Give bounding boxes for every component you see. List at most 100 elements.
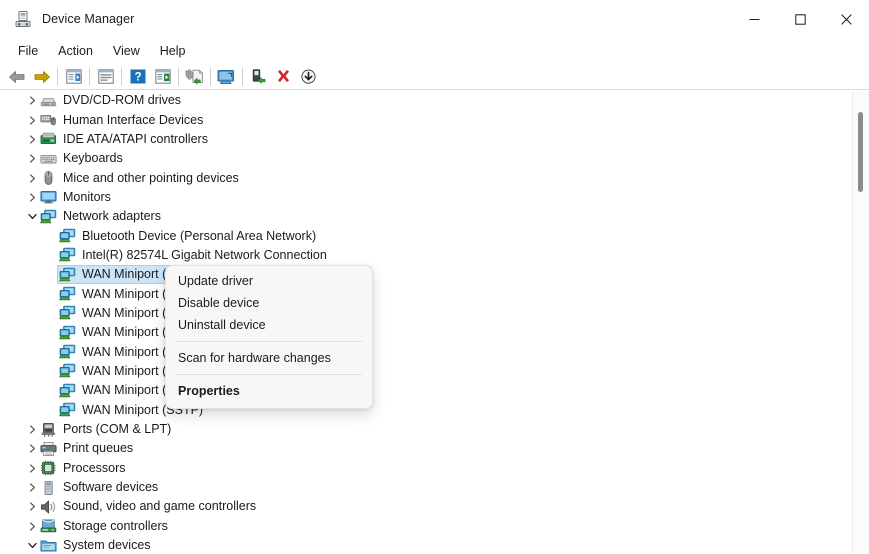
network-adapter-icon (59, 383, 76, 399)
software-device-icon (40, 480, 57, 496)
device-manager-window: Device Manager File Action View Help (0, 0, 869, 554)
chevron-right-icon[interactable] (24, 170, 40, 186)
scrollbar-thumb[interactable] (858, 112, 863, 192)
chevron-down-icon[interactable] (24, 209, 40, 225)
minimize-button[interactable] (731, 0, 777, 38)
context-menu-item-uninstall-device[interactable]: Uninstall device (169, 314, 369, 336)
network-adapter-icon (59, 228, 76, 244)
maximize-button[interactable] (777, 0, 823, 38)
chevron-right-icon[interactable] (24, 441, 40, 457)
toolbar: ? (0, 64, 869, 90)
system-device-icon (40, 538, 57, 554)
tree-row[interactable]: Processors (0, 459, 848, 478)
tree-row[interactable]: DVD/CD-ROM drives (0, 91, 848, 110)
chevron-down-icon[interactable] (24, 538, 40, 554)
chevron-right-icon[interactable] (24, 518, 40, 534)
tree-row[interactable]: WAN Miniport (Network Monitor) (0, 342, 848, 361)
tree-row[interactable]: WAN Miniport (SSTP) (0, 401, 848, 420)
storage-controller-icon (40, 518, 57, 534)
svg-text:?: ? (134, 72, 141, 84)
tree-row[interactable]: Human Interface Devices (0, 110, 848, 129)
context-menu-separator (176, 374, 362, 375)
close-button[interactable] (823, 0, 869, 38)
view-icon[interactable] (150, 65, 175, 89)
tree-row-label: Software devices (63, 478, 158, 497)
tree-row-label: Sound, video and game controllers (63, 497, 256, 516)
tree-row[interactable]: WAN Miniport (PPPOE) (0, 362, 848, 381)
tree-row[interactable]: WAN Miniport (IP) (0, 284, 848, 303)
tree-row[interactable]: Monitors (0, 188, 848, 207)
tree-row[interactable]: Print queues (0, 439, 848, 458)
scan-hardware-changes-icon[interactable] (214, 65, 239, 89)
chevron-right-icon[interactable] (24, 131, 40, 147)
help-icon[interactable]: ? (125, 65, 150, 89)
monitor-icon (40, 189, 57, 205)
context-menu[interactable]: Update driverDisable deviceUninstall dev… (165, 265, 373, 409)
chevron-right-icon[interactable] (24, 112, 40, 128)
network-adapter-icon (59, 247, 76, 263)
back-arrow-icon[interactable] (4, 65, 29, 89)
menu-view[interactable]: View (103, 41, 150, 61)
chevron-right-icon[interactable] (24, 422, 40, 438)
forward-arrow-icon[interactable] (29, 65, 54, 89)
tree-row[interactable]: Ports (COM & LPT) (0, 420, 848, 439)
disable-device-icon[interactable] (296, 65, 321, 89)
tree-row-label: Keyboards (63, 149, 123, 168)
tree-row[interactable]: Mice and other pointing devices (0, 168, 848, 187)
port-icon (40, 422, 57, 438)
tree-row[interactable]: Software devices (0, 478, 848, 497)
keyboard-icon (40, 151, 57, 167)
chevron-right-icon[interactable] (24, 189, 40, 205)
tree-row[interactable]: WAN Miniport (IKEv2) (0, 265, 848, 284)
network-adapter-icon (59, 363, 76, 379)
chevron-right-icon[interactable] (24, 93, 40, 109)
tree-row-label: Storage controllers (63, 517, 168, 536)
tree-row[interactable]: Intel(R) 82574L Gigabit Network Connecti… (0, 246, 848, 265)
tree-row-label: Mice and other pointing devices (63, 169, 239, 188)
mouse-icon (40, 170, 57, 186)
tree-row-label: Network adapters (63, 207, 161, 226)
menu-action[interactable]: Action (48, 41, 103, 61)
tree-row[interactable]: WAN Miniport (PPTP) (0, 381, 848, 400)
tree-row[interactable]: Keyboards (0, 149, 848, 168)
tree-row-label: System devices (63, 536, 151, 554)
tree-row[interactable]: WAN Miniport (L2TP) (0, 323, 848, 342)
menu-help[interactable]: Help (150, 41, 196, 61)
chevron-right-icon[interactable] (24, 480, 40, 496)
context-menu-item-update-driver[interactable]: Update driver (169, 270, 369, 292)
toolbar-separator (121, 68, 122, 86)
tree-row[interactable]: WAN Miniport (IPv6) (0, 304, 848, 323)
properties-icon[interactable] (93, 65, 118, 89)
context-menu-item-disable-device[interactable]: Disable device (169, 292, 369, 314)
tree-row[interactable]: Bluetooth Device (Personal Area Network) (0, 226, 848, 245)
context-menu-item-scan-for-hardware-changes[interactable]: Scan for hardware changes (169, 347, 369, 369)
uninstall-device-icon[interactable] (271, 65, 296, 89)
tree-row[interactable]: System devices (0, 536, 848, 554)
printer-icon (40, 441, 57, 457)
tree-row[interactable]: Sound, video and game controllers (0, 497, 848, 516)
tree-row[interactable]: Network adapters (0, 207, 848, 226)
device-tree-pane[interactable]: DVD/CD-ROM drivesHuman Interface Devices… (0, 91, 869, 554)
network-adapter-icon (59, 344, 76, 360)
chevron-right-icon[interactable] (24, 460, 40, 476)
context-menu-separator (176, 341, 362, 342)
hid-icon (40, 112, 57, 128)
update-driver-icon[interactable] (182, 65, 207, 89)
tree-row[interactable]: Storage controllers (0, 517, 848, 536)
vertical-scrollbar[interactable] (852, 91, 869, 554)
speaker-icon (40, 499, 57, 515)
processor-icon (40, 460, 57, 476)
enable-device-icon[interactable] (246, 65, 271, 89)
menu-file[interactable]: File (8, 41, 48, 61)
tree-row-label: Monitors (63, 188, 111, 207)
chevron-right-icon[interactable] (24, 499, 40, 515)
title-bar: Device Manager (0, 0, 869, 38)
tree-row-label: Intel(R) 82574L Gigabit Network Connecti… (82, 246, 327, 265)
tree-row[interactable]: IDE ATA/ATAPI controllers (0, 130, 848, 149)
tree-row-label: IDE ATA/ATAPI controllers (63, 130, 208, 149)
chevron-right-icon[interactable] (24, 151, 40, 167)
toolbar-separator (57, 68, 58, 86)
network-adapter-icon (59, 402, 76, 418)
show-hide-console-tree-icon[interactable] (61, 65, 86, 89)
context-menu-item-properties[interactable]: Properties (169, 380, 369, 402)
